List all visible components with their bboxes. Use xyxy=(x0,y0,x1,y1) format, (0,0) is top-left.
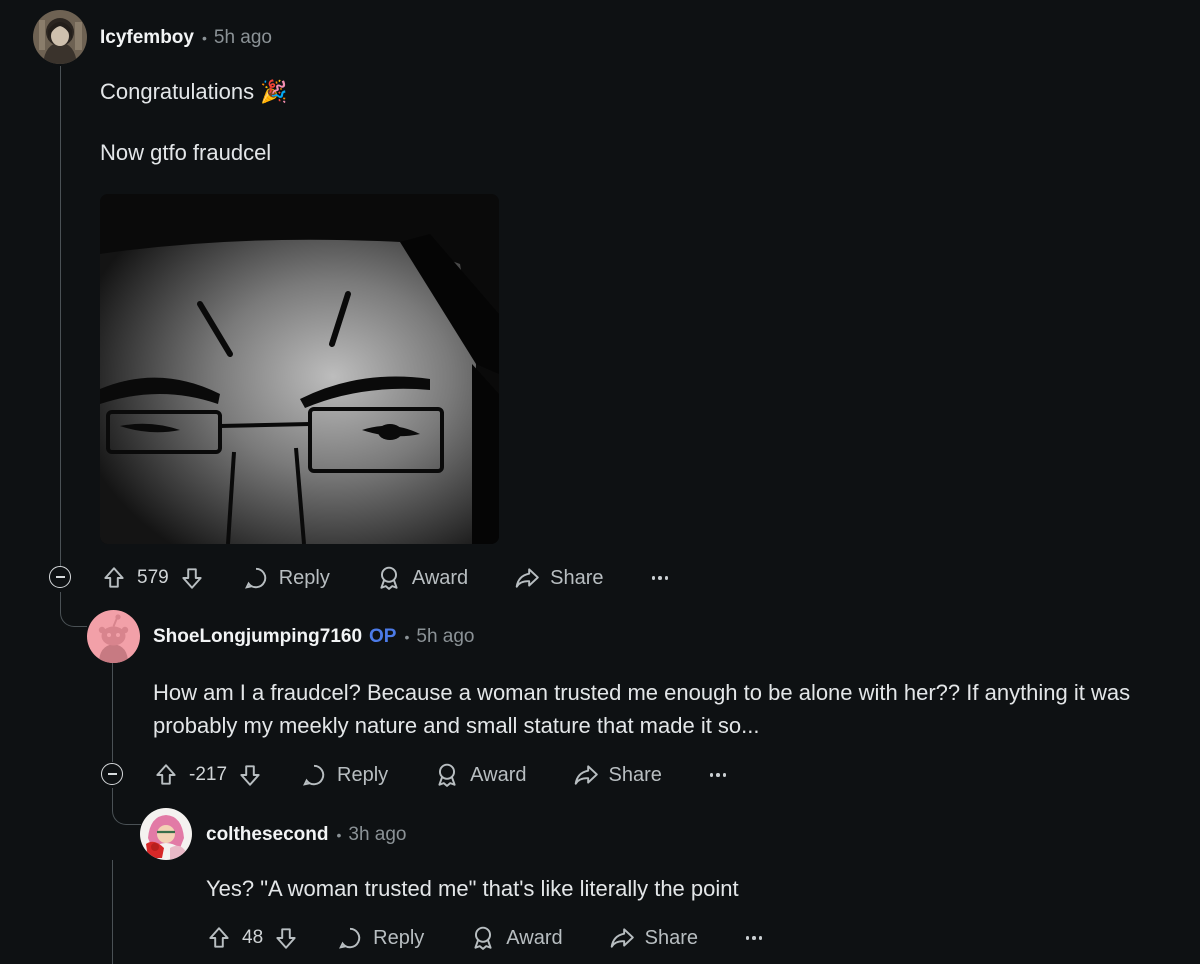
separator-dot: • xyxy=(404,629,410,645)
reply-icon xyxy=(244,567,266,589)
timestamp[interactable]: 3h ago xyxy=(348,824,406,846)
collapse-button[interactable] xyxy=(49,566,71,588)
award-button[interactable]: Award xyxy=(470,925,563,951)
thread-line[interactable] xyxy=(112,662,113,762)
downvote-icon[interactable] xyxy=(273,925,299,951)
award-label: Award xyxy=(411,566,469,589)
comment-paragraph: How am I a fraudcel? Because a woman tru… xyxy=(153,680,1131,738)
thread-line[interactable] xyxy=(112,860,113,964)
award-label: Award xyxy=(506,926,563,949)
thread-elbow xyxy=(60,592,87,627)
username[interactable]: ShoeLongjumping7160 xyxy=(153,626,362,648)
timestamp[interactable]: 5h ago xyxy=(214,27,272,49)
award-button[interactable]: Award xyxy=(376,565,468,591)
share-button[interactable]: Share xyxy=(609,925,698,951)
avatar[interactable] xyxy=(33,10,87,64)
downvote-icon[interactable] xyxy=(179,565,205,591)
score: -217 xyxy=(189,764,228,785)
reply-button[interactable]: Reply xyxy=(243,565,330,591)
comment-paragraph: Congratulations 🎉 xyxy=(100,79,288,104)
reply-label: Reply xyxy=(278,566,330,589)
share-button[interactable]: Share xyxy=(514,565,604,591)
award-button[interactable]: Award xyxy=(434,762,527,788)
share-label: Share xyxy=(550,566,604,589)
award-icon xyxy=(380,566,398,590)
more-options-icon[interactable] xyxy=(651,576,669,580)
award-label: Award xyxy=(470,763,527,786)
share-button[interactable]: Share xyxy=(573,762,662,788)
more-options-icon[interactable] xyxy=(709,773,727,777)
comment-header: Icyfemboy • 5h ago xyxy=(100,27,272,49)
comment-header: ShoeLongjumping7160 OP • 5h ago xyxy=(153,626,475,648)
comment-actions: 579 Reply Award Share xyxy=(101,560,669,596)
award-icon xyxy=(438,763,456,787)
award-icon xyxy=(474,926,492,950)
comment-actions: -217 Reply Award Share xyxy=(153,757,727,793)
username[interactable]: Icyfemboy xyxy=(100,27,194,49)
reply-button[interactable]: Reply xyxy=(301,762,388,788)
score: 48 xyxy=(242,927,264,948)
share-icon xyxy=(610,928,634,948)
upvote-icon[interactable] xyxy=(101,565,127,591)
timestamp[interactable]: 5h ago xyxy=(416,626,474,648)
separator-dot: • xyxy=(336,827,342,843)
reply-icon xyxy=(339,927,361,949)
reply-icon xyxy=(303,764,325,786)
collapse-button[interactable] xyxy=(101,763,123,785)
comment-paragraph: Yes? "A woman trusted me" that's like li… xyxy=(206,876,739,901)
share-label: Share xyxy=(608,763,662,786)
vote-controls: 579 xyxy=(101,565,205,591)
thread-elbow xyxy=(112,788,141,825)
comment-actions: 48 Reply Award Share xyxy=(206,920,763,956)
reply-label: Reply xyxy=(373,926,425,949)
vote-controls: 48 xyxy=(206,925,299,951)
comment-paragraph: Now gtfo fraudcel xyxy=(100,140,272,165)
upvote-icon[interactable] xyxy=(206,925,232,951)
thread-line[interactable] xyxy=(60,66,61,566)
downvote-icon[interactable] xyxy=(237,762,263,788)
upvote-icon[interactable] xyxy=(153,762,179,788)
share-icon xyxy=(574,765,598,785)
avatar[interactable] xyxy=(140,808,192,860)
op-badge: OP xyxy=(369,626,397,647)
comment-header: colthesecond • 3h ago xyxy=(206,824,407,846)
score: 579 xyxy=(137,567,169,588)
separator-dot: • xyxy=(201,30,207,46)
vote-controls: -217 xyxy=(153,762,263,788)
more-options-icon[interactable] xyxy=(745,936,763,940)
comment-thread: Icyfemboy • 5h ago Congratulations 🎉 Now… xyxy=(0,0,1200,964)
share-label: Share xyxy=(644,926,698,949)
share-icon xyxy=(515,568,539,588)
comment-image[interactable] xyxy=(100,194,499,544)
reply-label: Reply xyxy=(337,763,389,786)
reply-button[interactable]: Reply xyxy=(337,925,424,951)
username[interactable]: colthesecond xyxy=(206,824,328,846)
avatar[interactable] xyxy=(87,610,140,663)
